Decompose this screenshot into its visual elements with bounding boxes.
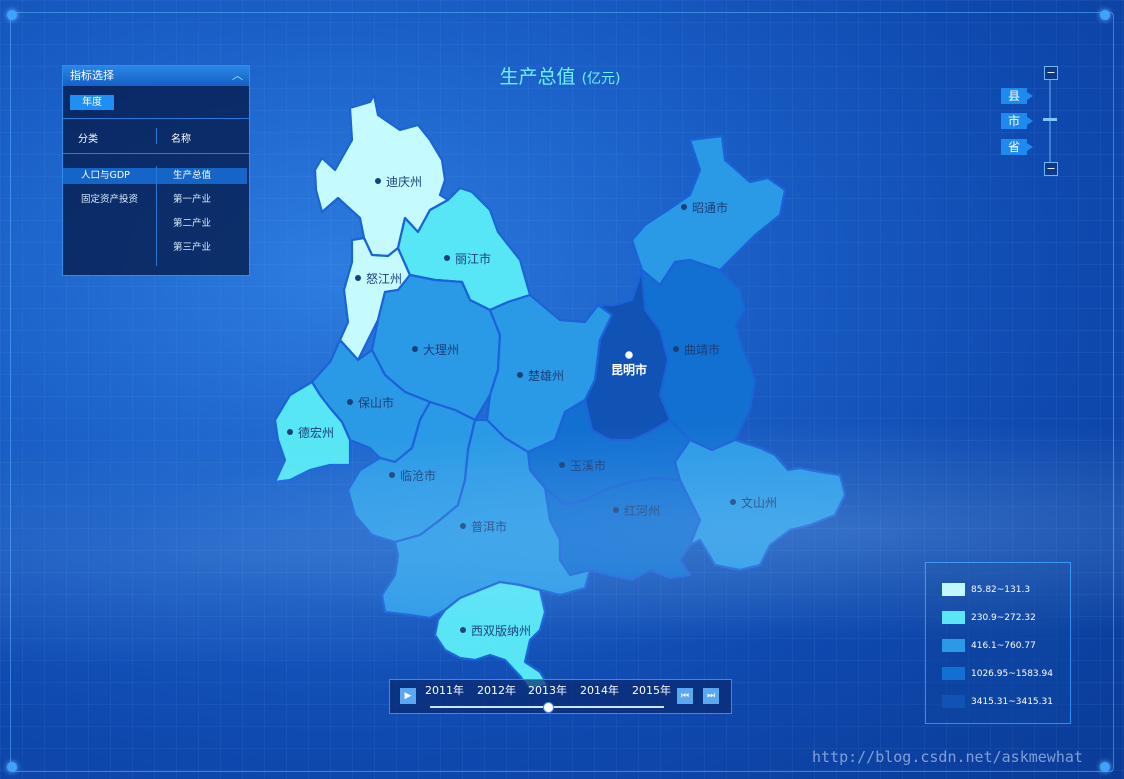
region-label: 昭通市	[692, 200, 728, 215]
zoom-in-button[interactable]: −	[1044, 66, 1058, 80]
zoom-thumb[interactable]	[1043, 118, 1057, 121]
play-icon[interactable]: ▶	[400, 688, 416, 704]
timeline-year-current[interactable]: 2013年	[528, 682, 567, 698]
level-province-button[interactable]: 省	[1001, 139, 1033, 155]
previous-icon[interactable]: ⏮	[677, 688, 693, 704]
legend-item[interactable]: 1026.95~1583.94	[942, 663, 1053, 680]
region-label: 昆明市	[611, 362, 647, 377]
legend-label: 416.1~760.77	[971, 640, 1036, 651]
city-marker	[375, 178, 381, 184]
indicator-panel: 指标选择 ︿ 年度 分类 名称 人口与GDP 固定资产投资 生产总值 第一产业 …	[62, 65, 250, 276]
timeline-slider-thumb[interactable]	[543, 702, 554, 713]
column-header-category: 分类	[78, 134, 98, 145]
city-marker	[613, 507, 619, 513]
region-label: 保山市	[358, 395, 394, 410]
legend-label: 3415.31~3415.31	[971, 696, 1053, 707]
legend-swatch	[942, 583, 965, 596]
level-county-button[interactable]: 县	[1001, 88, 1033, 104]
legend-swatch	[942, 695, 965, 708]
legend-label: 1026.95~1583.94	[971, 668, 1053, 679]
legend-item[interactable]: 85.82~131.3	[942, 579, 1031, 596]
divider	[63, 118, 249, 119]
legend-swatch	[942, 639, 965, 652]
city-marker	[412, 346, 418, 352]
column-header-name: 名称	[171, 134, 191, 145]
legend: 85.82~131.3 230.9~272.32 416.1~760.77 10…	[925, 562, 1071, 724]
legend-item[interactable]: 230.9~272.32	[942, 607, 1036, 624]
region-label: 丽江市	[455, 251, 491, 266]
zoom-out-button[interactable]: −	[1044, 162, 1058, 176]
divider	[156, 128, 157, 144]
indicator-panel-header[interactable]: 指标选择 ︿	[63, 66, 249, 86]
divider	[63, 153, 249, 154]
region-label: 大理州	[423, 343, 459, 357]
legend-item[interactable]: 416.1~760.77	[942, 635, 1036, 652]
legend-label: 230.9~272.32	[971, 612, 1036, 623]
name-item-gdp[interactable]: 生产总值	[157, 168, 247, 184]
city-marker	[559, 462, 565, 468]
city-marker	[673, 346, 679, 352]
level-city-button[interactable]: 市	[1001, 113, 1033, 129]
region-label: 红河州	[624, 503, 660, 518]
map-dashboard: 生产总值 (亿元) 迪庆州 怒江州 丽江市 德宏州 西双版纳州 昭通市 大理州 保山市 楚雄州临…	[0, 0, 1124, 779]
city-marker	[389, 472, 395, 478]
city-marker	[681, 204, 687, 210]
year-button[interactable]: 年度	[70, 95, 114, 110]
name-item-secondary-industry[interactable]: 第二产业	[173, 216, 211, 232]
city-marker	[517, 372, 523, 378]
region-label: 普洱市	[471, 519, 507, 534]
city-marker	[444, 255, 450, 261]
region-label: 德宏州	[298, 425, 334, 440]
watermark: http://blog.csdn.net/askmewhat	[812, 748, 1083, 766]
zoom-track[interactable]	[1049, 80, 1051, 162]
region-label: 文山州	[741, 495, 777, 510]
timeline-year[interactable]: 2011年	[425, 682, 464, 698]
next-icon[interactable]: ⏭	[703, 688, 719, 704]
city-marker	[623, 349, 635, 361]
timeline-year[interactable]: 2012年	[477, 682, 516, 698]
region-label: 怒江州	[366, 271, 402, 286]
timeline: ▶ 2011年 2012年 2013年 2014年 2015年 ⏮ ⏭	[389, 679, 732, 714]
city-marker	[355, 275, 361, 281]
timeline-year[interactable]: 2015年	[632, 682, 671, 698]
name-item-tertiary-industry[interactable]: 第三产业	[173, 240, 211, 256]
legend-label: 85.82~131.3	[971, 584, 1031, 595]
indicator-panel-title: 指标选择	[70, 69, 114, 82]
city-marker	[287, 429, 293, 435]
legend-swatch	[942, 611, 965, 624]
city-marker	[730, 499, 736, 505]
legend-item[interactable]: 3415.31~3415.31	[942, 691, 1053, 708]
region-label: 楚雄州	[528, 368, 564, 383]
city-marker	[347, 399, 353, 405]
region-label: 西双版纳州	[471, 624, 531, 638]
legend-swatch	[942, 667, 965, 680]
region-label: 玉溪市	[570, 458, 606, 473]
chevron-up-icon[interactable]: ︿	[232, 66, 243, 86]
city-marker	[460, 523, 466, 529]
name-item-primary-industry[interactable]: 第一产业	[173, 192, 211, 208]
category-item-population-gdp[interactable]: 人口与GDP	[63, 168, 156, 184]
category-item-fixed-asset-investment[interactable]: 固定资产投资	[81, 192, 138, 208]
timeline-year[interactable]: 2014年	[580, 682, 619, 698]
region-label: 曲靖市	[684, 342, 720, 357]
region-label: 迪庆州	[386, 175, 422, 189]
region-label: 临沧市	[400, 468, 436, 483]
city-marker	[460, 627, 466, 633]
